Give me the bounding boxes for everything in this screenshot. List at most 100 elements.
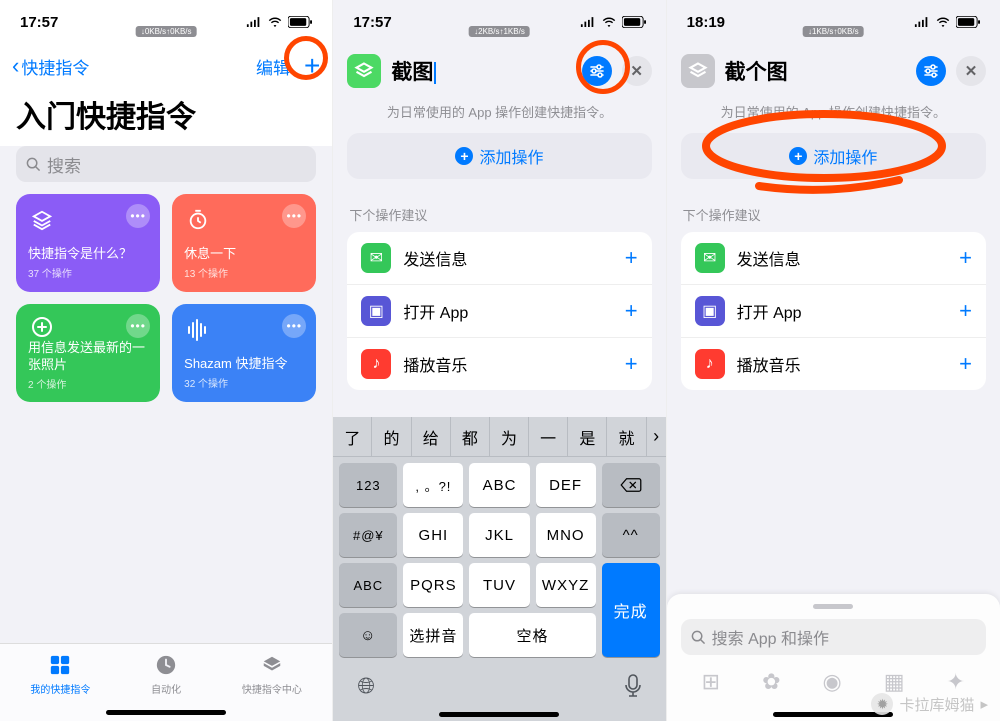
shortcut-card[interactable]: ••• 快捷指令是什么？37 个操作 xyxy=(16,194,160,292)
music-icon: ♪ xyxy=(695,349,725,379)
card-more-icon[interactable]: ••• xyxy=(126,314,150,338)
key-mno[interactable]: MNO xyxy=(536,513,596,557)
add-icon[interactable]: + xyxy=(625,298,638,324)
category-icon[interactable]: ⊞ xyxy=(702,669,720,695)
key-punct[interactable]: , 。?! xyxy=(403,463,463,507)
key-backspace[interactable] xyxy=(602,463,660,507)
list-item[interactable]: ♪播放音乐+ xyxy=(347,338,651,390)
shortcut-name-input[interactable]: 截图 xyxy=(391,56,571,86)
list-item[interactable]: ▣打开 App+ xyxy=(347,285,651,338)
key-face[interactable]: ^^ xyxy=(602,513,660,557)
music-icon: ♪ xyxy=(361,349,391,379)
hint-text: 为日常使用的 App 操作创建快捷指令。 xyxy=(667,98,1000,131)
tab-my-shortcuts[interactable]: 我的快捷指令 xyxy=(30,652,90,696)
candidate[interactable]: 都 xyxy=(451,417,490,456)
phone-editor-sheet: 18:19 ↓1KB/s↑0KB/s 截个图 ✕ 为日常使用的 App 操作创建… xyxy=(667,0,1000,721)
key-ghi[interactable]: GHI xyxy=(403,513,463,557)
open-app-icon: ▣ xyxy=(361,296,391,326)
status-time: 17:57 xyxy=(20,14,58,31)
candidate[interactable]: 就 xyxy=(607,417,646,456)
status-indicators xyxy=(914,16,980,28)
key-pqrs[interactable]: PQRS xyxy=(403,563,463,607)
shortcut-icon[interactable] xyxy=(347,54,381,88)
candidate-expand[interactable]: › xyxy=(647,417,666,456)
mic-icon[interactable] xyxy=(624,674,642,698)
card-more-icon[interactable]: ••• xyxy=(282,314,306,338)
home-indicator[interactable] xyxy=(439,712,559,717)
candidate[interactable]: 给 xyxy=(412,417,451,456)
key-emoji[interactable]: ☺ xyxy=(339,613,397,657)
net-speed-badge: ↓2KB/s↑1KB/s xyxy=(469,26,530,37)
shortcut-card[interactable]: ••• 用信息发送最新的一张照片2 个操作 xyxy=(16,304,160,402)
close-button[interactable]: ✕ xyxy=(956,56,986,86)
add-icon[interactable]: + xyxy=(625,245,638,271)
tab-gallery[interactable]: 快捷指令中心 xyxy=(242,652,302,696)
candidate[interactable]: 是 xyxy=(568,417,607,456)
page-title: 入门快捷指令 xyxy=(0,88,332,146)
shortcut-icon[interactable] xyxy=(681,54,715,88)
add-icon[interactable]: + xyxy=(959,298,972,324)
candidate[interactable]: 一 xyxy=(529,417,568,456)
section-title: 下个操作建议 xyxy=(333,179,665,232)
watermark: ✹ 卡拉库姆猫 ▸ xyxy=(871,693,988,715)
category-icon[interactable]: ▦ xyxy=(884,669,905,695)
candidate[interactable]: 的 xyxy=(372,417,411,456)
add-shortcut-button[interactable]: + xyxy=(304,52,320,80)
category-icon[interactable]: ◉ xyxy=(823,669,842,695)
search-placeholder: 搜索 xyxy=(47,152,81,177)
status-time: 17:57 xyxy=(353,14,391,31)
grab-handle[interactable] xyxy=(813,604,853,609)
list-item[interactable]: ▣打开 App+ xyxy=(681,285,986,338)
globe-icon[interactable]: 🌐︎ xyxy=(357,673,375,699)
home-indicator[interactable] xyxy=(106,710,226,715)
suggestion-list: ✉︎发送信息+ ▣打开 App+ ♪播放音乐+ xyxy=(347,232,651,390)
key-space[interactable]: 空格 xyxy=(469,613,595,657)
add-icon[interactable]: + xyxy=(959,245,972,271)
list-item[interactable]: ✉︎发送信息+ xyxy=(681,232,986,285)
settings-button[interactable] xyxy=(582,56,612,86)
candidate[interactable]: 了 xyxy=(333,417,372,456)
status-time: 18:19 xyxy=(687,14,725,31)
phone-editor-keyboard: 17:57 ↓2KB/s↑1KB/s 截图 ✕ 为日常使用的 App 操作创建快… xyxy=(333,0,666,721)
key-latin[interactable]: ABC xyxy=(339,563,397,607)
add-action-button[interactable]: + 添加操作 xyxy=(681,133,986,179)
settings-button[interactable] xyxy=(916,56,946,86)
shortcut-name-input[interactable]: 截个图 xyxy=(725,56,906,86)
key-pinyin[interactable]: 选拼音 xyxy=(403,613,463,657)
category-icon[interactable]: ✦ xyxy=(947,669,965,695)
key-def[interactable]: DEF xyxy=(536,463,596,507)
candidate[interactable]: 为 xyxy=(490,417,529,456)
candidate-bar: 了 的 给 都 为 一 是 就 › xyxy=(333,417,665,457)
edit-button[interactable]: 编辑 xyxy=(256,54,290,79)
status-indicators xyxy=(580,16,646,28)
clock-icon xyxy=(153,652,179,678)
key-abc[interactable]: ABC xyxy=(469,463,529,507)
key-sym[interactable]: #@¥ xyxy=(339,513,397,557)
search-icon xyxy=(691,630,706,645)
card-more-icon[interactable]: ••• xyxy=(282,204,306,228)
close-button[interactable]: ✕ xyxy=(622,56,652,86)
add-icon[interactable]: + xyxy=(625,351,638,377)
key-done[interactable]: 完成 xyxy=(602,563,660,657)
search-field[interactable]: 搜索 xyxy=(16,146,316,182)
category-icon[interactable]: ✿ xyxy=(762,669,780,695)
wechat-icon: ✹ xyxy=(871,693,893,715)
add-icon[interactable]: + xyxy=(959,351,972,377)
layers-icon xyxy=(259,652,285,678)
action-search-field[interactable]: 搜索 App 和操作 xyxy=(681,619,986,655)
key-tuv[interactable]: TUV xyxy=(469,563,529,607)
key-wxyz[interactable]: WXYZ xyxy=(536,563,596,607)
key-jkl[interactable]: JKL xyxy=(469,513,529,557)
back-button[interactable]: ‹快捷指令 xyxy=(12,53,89,79)
card-more-icon[interactable]: ••• xyxy=(126,204,150,228)
list-item[interactable]: ♪播放音乐+ xyxy=(681,338,986,390)
tab-automation[interactable]: 自动化 xyxy=(151,652,181,696)
nav-bar: ‹快捷指令 编辑 + xyxy=(0,44,332,88)
messages-icon: ✉︎ xyxy=(361,243,391,273)
shortcut-card[interactable]: ••• 休息一下13 个操作 xyxy=(172,194,316,292)
key-123[interactable]: 123 xyxy=(339,463,397,507)
list-item[interactable]: ✉︎发送信息+ xyxy=(347,232,651,285)
shortcut-card[interactable]: ••• Shazam 快捷指令32 个操作 xyxy=(172,304,316,402)
hint-text: 为日常使用的 App 操作创建快捷指令。 xyxy=(333,98,665,131)
add-action-button[interactable]: + 添加操作 xyxy=(347,133,651,179)
